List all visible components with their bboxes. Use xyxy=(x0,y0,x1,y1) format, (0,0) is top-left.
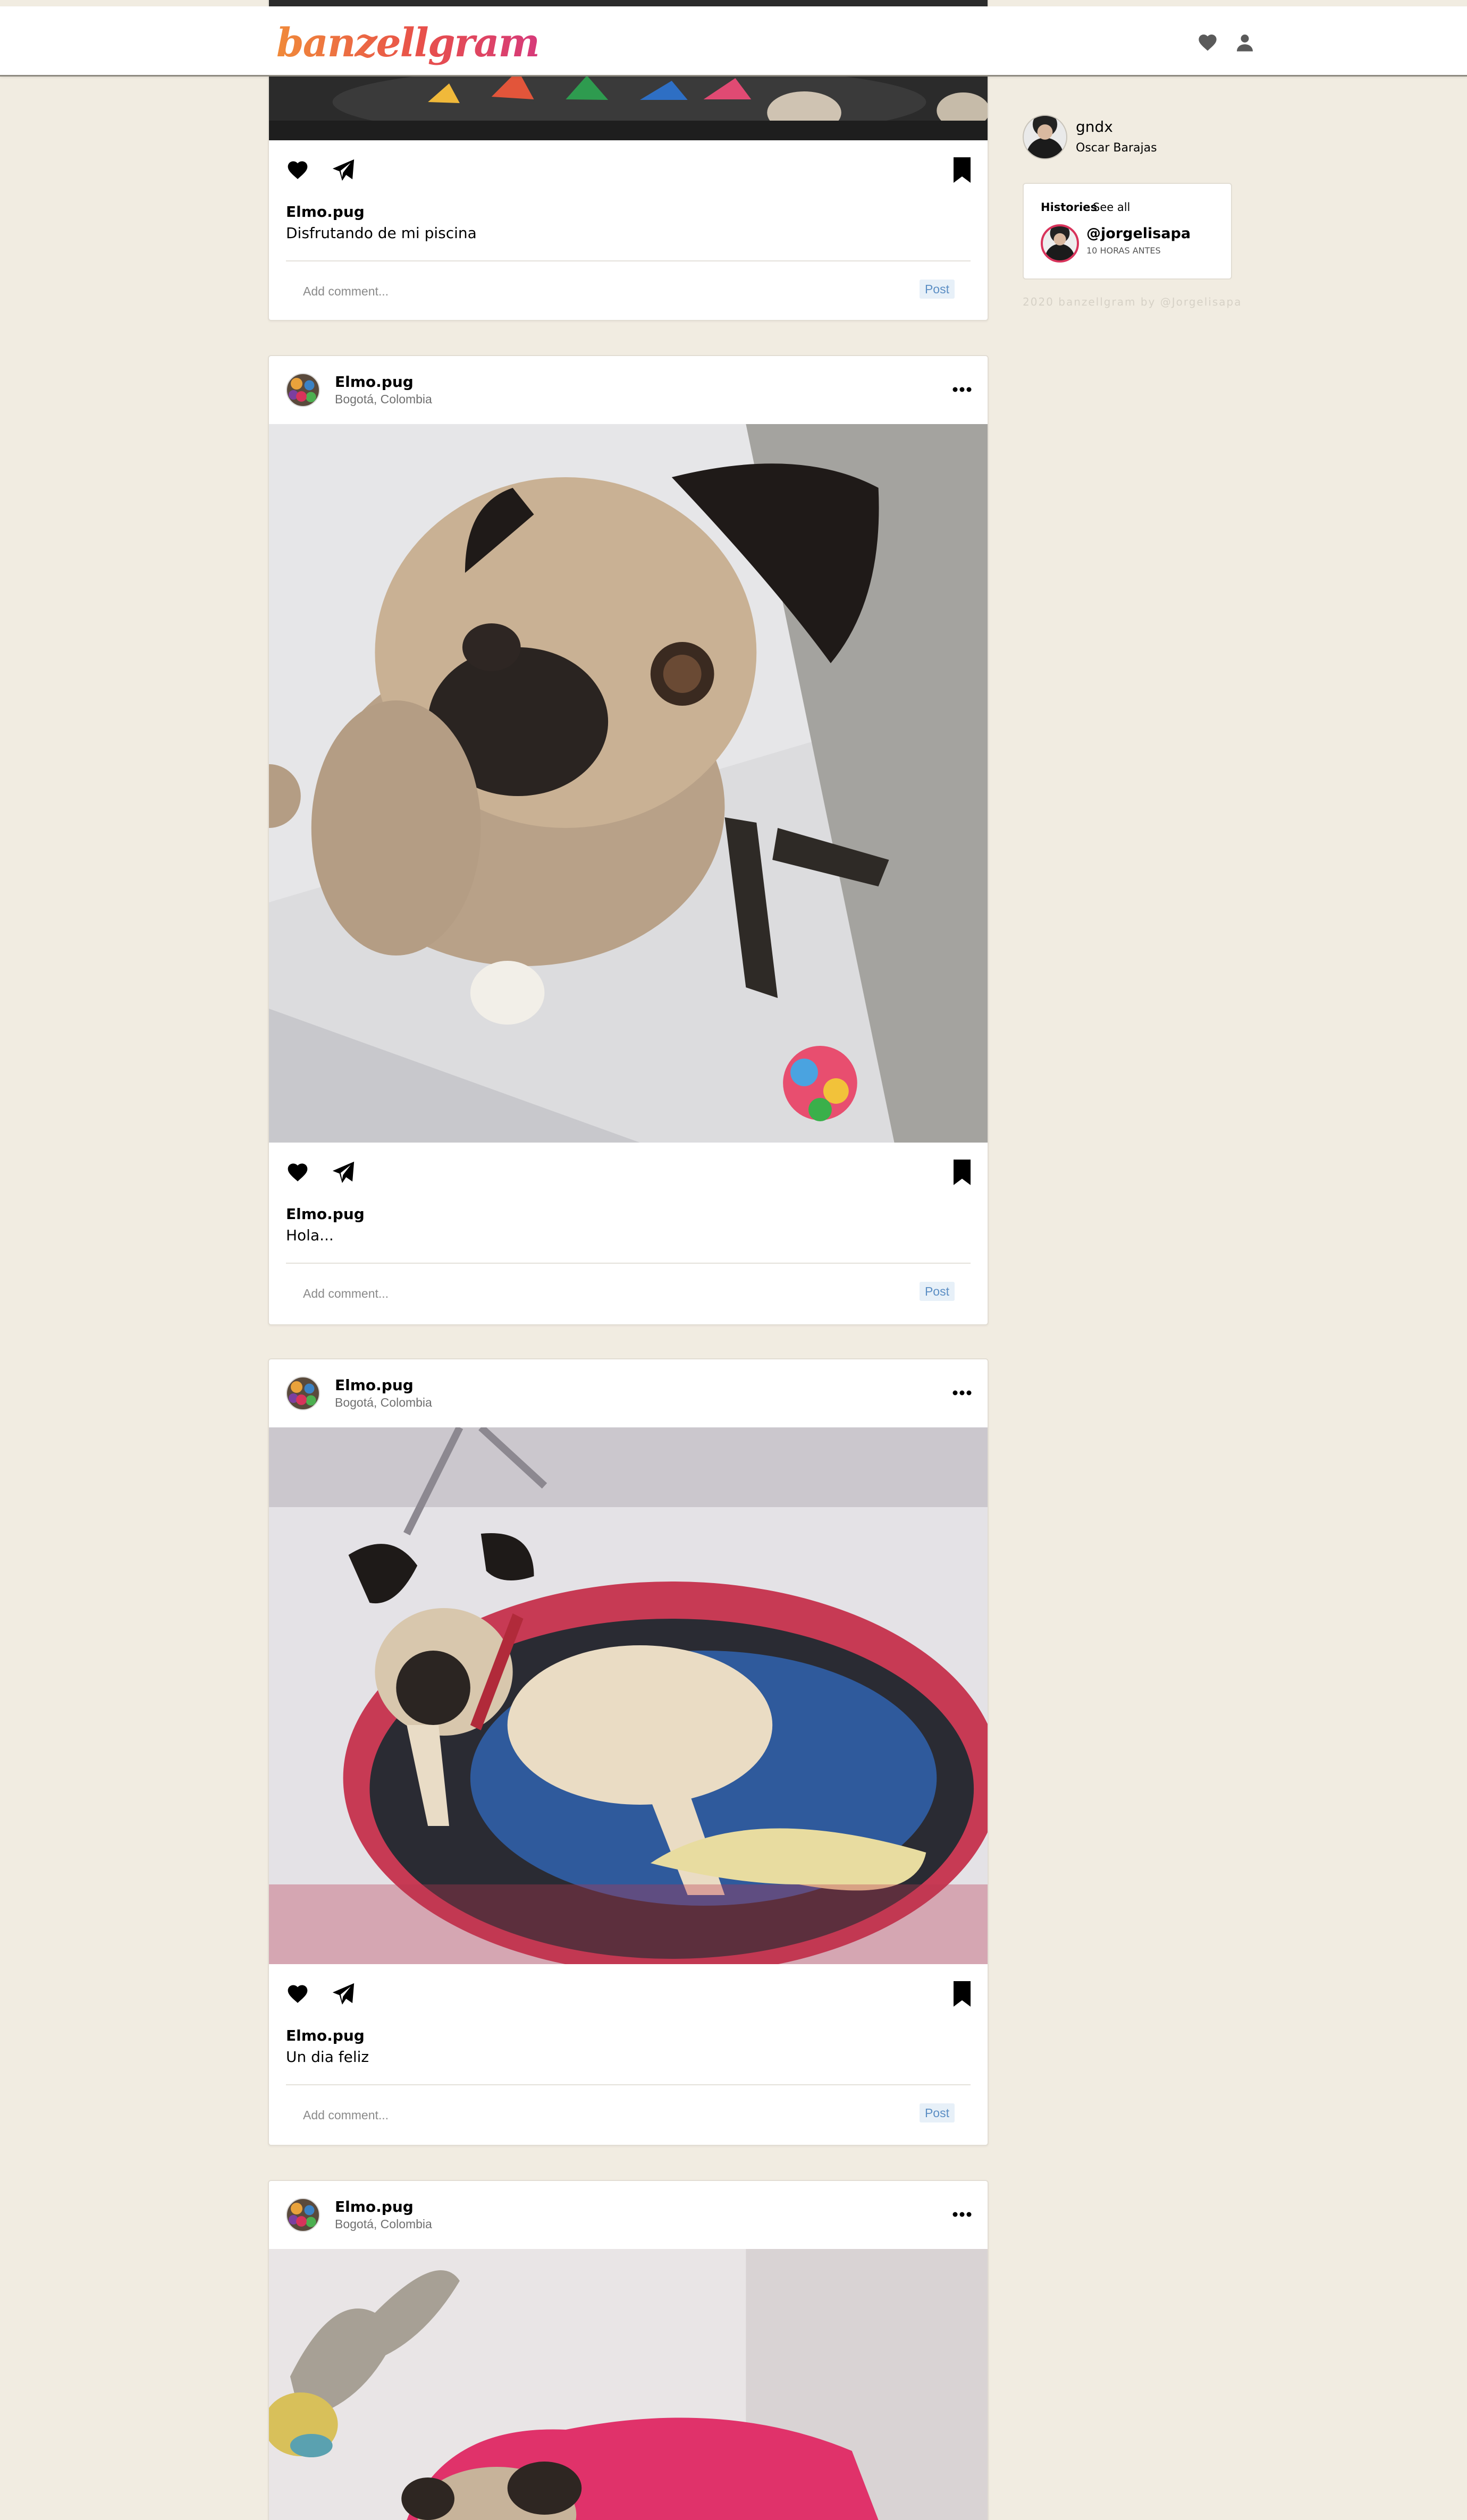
post-card: Elmo.pug Bogotá, Colombia xyxy=(268,2180,989,2520)
comment-input[interactable] xyxy=(303,282,877,301)
like-icon[interactable] xyxy=(286,1982,309,2006)
caption-username[interactable]: Elmo.pug xyxy=(286,2027,365,2044)
caption-username[interactable]: Elmo.pug xyxy=(286,203,365,221)
bookmark-icon[interactable] xyxy=(952,1160,972,1185)
post-caption: Elmo.pug Un dia feliz xyxy=(269,2027,988,2084)
avatar[interactable] xyxy=(286,373,320,407)
comment-form: Post xyxy=(269,2085,988,2145)
post-actions xyxy=(269,140,988,203)
post-location: Bogotá, Colombia xyxy=(335,1396,432,1409)
post-location: Bogotá, Colombia xyxy=(335,2217,432,2231)
post-card: Elmo.pug Bogotá, Colombia xyxy=(268,355,989,1325)
post-comment-button[interactable]: Post xyxy=(919,1282,955,1301)
send-icon[interactable] xyxy=(332,1982,355,2006)
more-options-icon[interactable] xyxy=(952,1386,972,1400)
caption-text: Hola... xyxy=(286,1227,334,1244)
story-username[interactable]: @jorgelisapa xyxy=(1086,225,1191,242)
profile-username[interactable]: gndx xyxy=(1076,118,1113,136)
more-options-icon[interactable] xyxy=(952,383,972,396)
post-header: Elmo.pug Bogotá, Colombia xyxy=(269,2181,988,2249)
stories-panel: Histories See all @jorgelisapa 10 HORAS … xyxy=(1023,183,1232,280)
post-location: Bogotá, Colombia xyxy=(335,392,432,406)
post-actions xyxy=(269,1964,988,2027)
post-username[interactable]: Elmo.pug xyxy=(335,1376,414,1394)
app-logo[interactable]: banzellgram xyxy=(276,20,540,66)
story-time: 10 HORAS ANTES xyxy=(1086,246,1161,256)
caption-username[interactable]: Elmo.pug xyxy=(286,1205,365,1223)
more-options-icon[interactable] xyxy=(952,2208,972,2221)
stories-title: Histories xyxy=(1041,201,1098,214)
post-username[interactable]: Elmo.pug xyxy=(335,373,414,391)
user-icon[interactable] xyxy=(1234,32,1255,53)
send-icon[interactable] xyxy=(332,158,355,182)
post-photo[interactable] xyxy=(269,2249,988,2520)
post-caption: Elmo.pug Disfrutando de mi piscina xyxy=(269,203,988,260)
story-avatar[interactable] xyxy=(1041,224,1079,263)
send-icon[interactable] xyxy=(332,1161,355,1184)
bookmark-icon[interactable] xyxy=(952,157,972,183)
like-icon[interactable] xyxy=(286,158,309,182)
see-all-link[interactable]: See all xyxy=(1093,201,1130,214)
comment-form: Post xyxy=(269,261,988,321)
profile-avatar[interactable] xyxy=(1023,115,1067,159)
avatar[interactable] xyxy=(286,2198,320,2232)
profile-fullname: Oscar Barajas xyxy=(1076,141,1157,155)
bookmark-icon[interactable] xyxy=(952,1981,972,2007)
caption-text: Disfrutando de mi piscina xyxy=(286,224,477,242)
footer-credit: 2020 banzellgram by @Jorgelisapa xyxy=(1023,295,1242,308)
post-username[interactable]: Elmo.pug xyxy=(335,2198,414,2215)
post-card: Elmo.pug Bogotá, Colombia xyxy=(268,1358,989,2146)
caption-text: Un dia feliz xyxy=(286,2048,369,2066)
post-header: Elmo.pug Bogotá, Colombia xyxy=(269,356,988,424)
post-header: Elmo.pug Bogotá, Colombia xyxy=(269,1359,988,1427)
avatar[interactable] xyxy=(286,1376,320,1410)
post-comment-button[interactable]: Post xyxy=(919,2103,955,2122)
heart-icon[interactable] xyxy=(1197,32,1218,53)
post-caption: Elmo.pug Hola... xyxy=(269,1205,988,1263)
post-actions xyxy=(269,1143,988,1205)
post-photo[interactable] xyxy=(269,1427,988,1964)
post-photo[interactable] xyxy=(269,424,988,1143)
comment-input[interactable] xyxy=(303,2105,877,2125)
top-navbar: banzellgram xyxy=(0,6,1467,77)
post-comment-button[interactable]: Post xyxy=(919,280,955,299)
comment-input[interactable] xyxy=(303,1284,877,1303)
comment-form: Post xyxy=(269,1264,988,1323)
like-icon[interactable] xyxy=(286,1161,309,1184)
